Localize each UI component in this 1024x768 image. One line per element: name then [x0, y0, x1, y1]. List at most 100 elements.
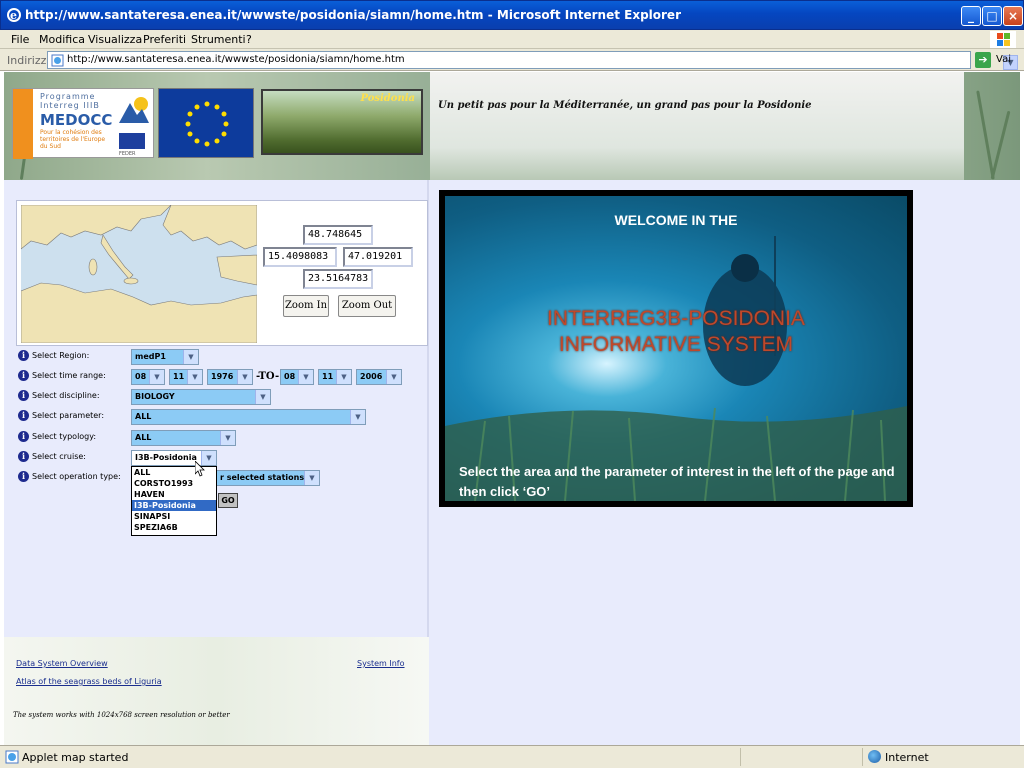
chevron-down-icon: ▼: [183, 350, 198, 364]
info-icon[interactable]: i: [18, 471, 29, 482]
system-name: INTERREG3B-POSIDONIA INFORMATIVE SYSTEM: [445, 306, 907, 358]
region-select[interactable]: medP1 ▼: [131, 349, 199, 365]
address-input[interactable]: http://www.santateresa.enea.it/wwwste/po…: [47, 51, 1018, 70]
address-bar: Indirizzo http://www.santateresa.enea.it…: [0, 49, 1024, 71]
time-range-row: i Select time range: 08 ▼ 11 ▼ 1976 ▼ -T…: [18, 369, 418, 387]
data-system-overview-link[interactable]: Data System Overview: [16, 659, 108, 668]
resolution-note: The system works with 1024x768 screen re…: [13, 711, 230, 719]
parameter-select[interactable]: ALL ▼: [131, 409, 366, 425]
discipline-label: Select discipline:: [32, 391, 100, 400]
go-label: Vai: [996, 54, 1011, 65]
minimize-button[interactable]: _: [961, 6, 981, 26]
atlas-link[interactable]: Atlas of the seagrass beds of Liguria: [16, 677, 162, 686]
medocc-name: MEDOCC: [40, 111, 113, 129]
from-month-select[interactable]: 11 ▼: [169, 369, 203, 385]
query-panel: 48.748645 15.4098083 47.019201 23.516478…: [4, 180, 429, 745]
go-button[interactable]: ➔ Vai: [975, 52, 1023, 69]
chevron-down-icon: ▼: [220, 431, 235, 445]
cruise-value: I3B-Posidonia: [135, 453, 197, 462]
seagrass-decoration: [976, 90, 995, 180]
map-drawing: [21, 205, 257, 343]
mini-eu-flag-icon: [119, 133, 145, 149]
info-icon[interactable]: i: [18, 350, 29, 361]
chevron-down-icon: ▼: [255, 390, 270, 404]
medocc-programme-text: Programme: [40, 92, 96, 101]
tagline-banner: Un petit pas pour la Méditerranée, un gr…: [430, 72, 964, 180]
svg-text:e: e: [10, 9, 17, 22]
menu-help[interactable]: ?: [246, 33, 252, 46]
menu-modifica[interactable]: Modifica: [39, 33, 85, 46]
chevron-down-icon: ▼: [237, 370, 252, 384]
info-icon[interactable]: i: [18, 451, 29, 462]
page-status-icon: [5, 750, 19, 764]
feder-label: FEDER: [119, 151, 136, 157]
menu-file[interactable]: File: [11, 33, 29, 46]
info-icon[interactable]: i: [18, 390, 29, 401]
cruise-option[interactable]: SINAPSI: [132, 511, 216, 522]
cruise-option-highlighted[interactable]: I3B-Posidonia: [132, 500, 216, 511]
operation-select[interactable]: r selected stations ▼: [216, 470, 320, 486]
windows-logo-icon: [990, 31, 1016, 48]
parameter-value: ALL: [135, 412, 152, 421]
north-coordinate-field[interactable]: 48.748645: [303, 225, 373, 245]
to-year-select[interactable]: 2006 ▼: [356, 369, 402, 385]
medocc-mountain-icon: [119, 97, 149, 123]
status-bar: Applet map started Internet: [0, 745, 1024, 768]
underwater-photo: WELCOME IN THE INTERREG3B-POSIDONIA INFO…: [445, 196, 907, 501]
zoom-in-button[interactable]: Zoom In: [283, 295, 329, 317]
to-month-select[interactable]: 11 ▼: [318, 369, 352, 385]
discipline-select[interactable]: BIOLOGY ▼: [131, 389, 271, 405]
typology-row: i Select typology: ALL ▼: [18, 430, 418, 448]
info-icon[interactable]: i: [18, 431, 29, 442]
system-info-link[interactable]: System Info: [357, 659, 405, 668]
cruise-option[interactable]: CORSTO1993: [132, 478, 216, 489]
medocc-interreg-text: Interreg IIIB: [40, 101, 100, 110]
typology-label: Select typology:: [32, 432, 97, 441]
info-icon[interactable]: i: [18, 370, 29, 381]
zoom-out-button[interactable]: Zoom Out: [338, 295, 396, 317]
typology-select[interactable]: ALL ▼: [131, 430, 236, 446]
cruise-option[interactable]: HAVEN: [132, 489, 216, 500]
footer-area: Data System Overview System Info Atlas o…: [4, 637, 429, 745]
operation-value: r selected stations: [220, 473, 305, 482]
go-query-button[interactable]: GO: [218, 493, 238, 508]
from-day-select[interactable]: 08 ▼: [131, 369, 165, 385]
to-month-value: 11: [322, 372, 334, 381]
from-year-value: 1976: [211, 372, 234, 381]
operation-label: Select operation type:: [32, 472, 121, 481]
to-day-value: 08: [284, 372, 296, 381]
close-button[interactable]: ×: [1003, 6, 1023, 26]
menu-preferiti[interactable]: Preferiti: [143, 33, 186, 46]
to-label: -TO-: [256, 371, 280, 382]
system-name-line1: INTERREG3B-POSIDONIA: [547, 307, 805, 330]
south-coordinate-field[interactable]: 23.5164783: [303, 269, 373, 289]
status-text: Applet map started: [22, 751, 129, 764]
maximize-button[interactable]: □: [982, 6, 1002, 26]
east-coordinate-field[interactable]: 47.019201: [343, 247, 413, 267]
medocc-programme: Programme Interreg IIIB: [40, 92, 100, 110]
menu-bar: File Modifica Visualizza Preferiti Strum…: [0, 30, 1024, 49]
to-day-select[interactable]: 08 ▼: [280, 369, 314, 385]
discipline-value: BIOLOGY: [135, 392, 175, 401]
eu-flag-logo: [158, 88, 254, 158]
to-year-value: 2006: [360, 372, 383, 381]
medocc-logo: Programme Interreg IIIB MEDOCC Pour la c…: [12, 88, 154, 159]
welcome-instructions: Select the area and the parameter of int…: [459, 464, 895, 499]
parameter-label: Select parameter:: [32, 411, 105, 420]
menu-visualizza[interactable]: Visualizza: [88, 33, 142, 46]
chevron-down-icon: ▼: [386, 370, 401, 384]
mediterranean-map[interactable]: [21, 205, 257, 343]
status-divider: [740, 748, 741, 766]
menu-strumenti[interactable]: Strumenti: [191, 33, 246, 46]
west-coordinate-field[interactable]: 15.4098083: [263, 247, 337, 267]
welcome-title: WELCOME IN THE: [614, 212, 738, 228]
welcome-panel: WELCOME IN THE INTERREG3B-POSIDONIA INFO…: [439, 190, 913, 507]
medocc-subtitle: Pour la cohésion des territoires de l'Eu…: [40, 129, 106, 150]
window-titlebar[interactable]: e http://www.santateresa.enea.it/wwwste/…: [0, 0, 1024, 30]
cruise-label: Select cruise:: [32, 452, 86, 461]
from-year-select[interactable]: 1976 ▼: [207, 369, 253, 385]
cruise-option[interactable]: SPEZIA6B: [132, 522, 216, 533]
address-url: http://www.santateresa.enea.it/wwwste/po…: [67, 54, 405, 65]
chevron-down-icon: ▼: [350, 410, 365, 424]
info-icon[interactable]: i: [18, 410, 29, 421]
